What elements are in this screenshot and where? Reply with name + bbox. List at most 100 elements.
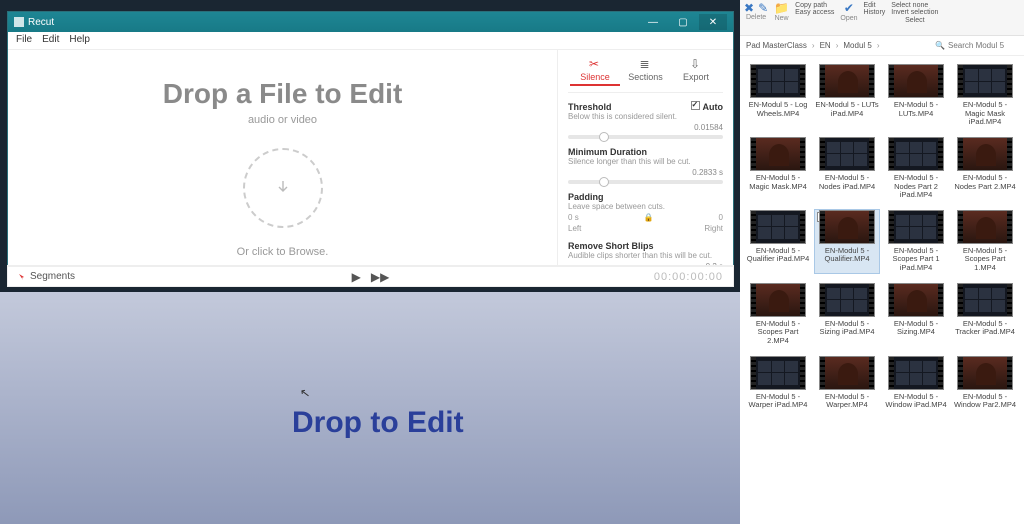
file-name: EN-Modul 5 - Tracker iPad.MP4: [953, 320, 1017, 337]
file-item[interactable]: EN-Modul 5 - LUTs.MP4: [884, 64, 948, 127]
video-thumb: [750, 64, 806, 98]
list-icon: ≣: [640, 58, 652, 70]
video-thumb: [819, 210, 875, 244]
video-thumb: [819, 356, 875, 390]
menu-file[interactable]: File: [16, 34, 32, 47]
close-button[interactable]: ✕: [699, 14, 727, 30]
drop-area[interactable]: Drop a File to Edit audio or video Or cl…: [8, 50, 557, 286]
download-arrow-icon: [273, 178, 293, 198]
search-icon: 🔍: [935, 41, 945, 50]
video-thumb: [750, 210, 806, 244]
app-icon: [14, 17, 24, 27]
explorer-ribbon: ✖ ✎ Delete 📁 New Copy path Easy access ✔…: [740, 0, 1024, 36]
file-name: EN-Modul 5 - Window iPad.MP4: [884, 393, 948, 410]
video-thumb: [957, 64, 1013, 98]
explorer-window: ✖ ✎ Delete 📁 New Copy path Easy access ✔…: [740, 0, 1024, 524]
menu-edit[interactable]: Edit: [42, 34, 59, 47]
file-item[interactable]: EN-Modul 5 - Nodes Part 2.MP4: [953, 137, 1017, 200]
tab-export[interactable]: ⇩ Export: [671, 56, 721, 86]
file-item[interactable]: EN-Modul 5 - Window Par2.MP4: [953, 356, 1017, 410]
file-name: EN-Modul 5 - Qualifier.MP4: [815, 247, 879, 264]
file-item[interactable]: EN-Modul 5 - Nodes Part 2 iPad.MP4: [884, 137, 948, 200]
file-name: EN-Modul 5 - Nodes iPad.MP4: [815, 174, 879, 191]
file-name: EN-Modul 5 - Qualifier iPad.MP4: [746, 247, 810, 264]
video-thumb: [957, 137, 1013, 171]
drop-title: Drop a File to Edit: [163, 78, 403, 110]
drop-circle[interactable]: [243, 148, 323, 228]
file-name: EN-Modul 5 - Magic Mask.MP4: [746, 174, 810, 191]
menu-help[interactable]: Help: [69, 34, 90, 47]
threshold-slider[interactable]: [568, 135, 723, 139]
app-title: Recut: [28, 17, 54, 28]
play-button[interactable]: ▶: [352, 270, 361, 284]
recut-menubar: File Edit Help: [8, 32, 733, 50]
recut-titlebar[interactable]: Recut — ▢ ✕: [8, 12, 733, 32]
video-thumb: [888, 356, 944, 390]
minimize-button[interactable]: —: [639, 14, 667, 30]
file-name: EN-Modul 5 - Magic Mask iPad.MP4: [953, 101, 1017, 127]
file-item[interactable]: EN-Modul 5 - Tracker iPad.MP4: [953, 283, 1017, 346]
new-folder-icon[interactable]: 📁: [774, 2, 789, 14]
threshold-value: 0.01584: [568, 123, 723, 132]
segments-button[interactable]: Segments: [18, 271, 75, 282]
padding-group: Padding Leave space between cuts. 0 s 🔒 …: [568, 192, 723, 233]
video-thumb: [957, 283, 1013, 317]
video-thumb: [819, 283, 875, 317]
file-name: EN-Modul 5 - Warper.MP4: [815, 393, 879, 410]
video-thumb: [819, 64, 875, 98]
minduration-desc: Silence longer than this will be cut.: [568, 157, 723, 166]
file-item[interactable]: EN-Modul 5 - Scopes Part 1 iPad.MP4: [884, 210, 948, 273]
file-item[interactable]: EN-Modul 5 - Warper iPad.MP4: [746, 356, 810, 410]
threshold-desc: Below this is considered silent.: [568, 112, 723, 121]
padding-label: Padding: [568, 192, 723, 202]
file-item[interactable]: EN-Modul 5 - Magic Mask iPad.MP4: [953, 64, 1017, 127]
file-item[interactable]: EN-Modul 5 - Warper.MP4: [815, 356, 879, 410]
file-item[interactable]: EN-Modul 5 - Qualifier.MP4: [815, 210, 879, 273]
tab-sections[interactable]: ≣ Sections: [621, 56, 671, 86]
file-item[interactable]: EN-Modul 5 - Scopes Part 2.MP4: [746, 283, 810, 346]
ffwd-button[interactable]: ▶▶: [371, 270, 389, 284]
drop-subtitle: audio or video: [248, 114, 317, 126]
search-box[interactable]: 🔍: [935, 41, 1018, 50]
minduration-slider[interactable]: [568, 180, 723, 184]
file-item[interactable]: EN-Modul 5 - Sizing iPad.MP4: [815, 283, 879, 346]
video-thumb: [819, 137, 875, 171]
padding-desc: Leave space between cuts.: [568, 202, 723, 211]
tab-silence[interactable]: ✂ Silence: [570, 56, 620, 86]
file-item[interactable]: EN-Modul 5 - Sizing.MP4: [884, 283, 948, 346]
browse-text[interactable]: Or click to Browse.: [237, 246, 329, 258]
properties-icon[interactable]: ✔: [844, 2, 854, 14]
video-thumb: [750, 283, 806, 317]
auto-checkbox[interactable]: [691, 101, 700, 110]
video-thumb: [888, 64, 944, 98]
file-item[interactable]: EN-Modul 5 - Scopes Part 1.MP4: [953, 210, 1017, 273]
video-thumb: [888, 137, 944, 171]
threshold-group: Threshold Auto Below this is considered …: [568, 101, 723, 139]
lock-icon[interactable]: 🔒: [644, 213, 654, 222]
file-item[interactable]: EN-Modul 5 - Log Wheels.MP4: [746, 64, 810, 127]
file-item[interactable]: EN-Modul 5 - Qualifier iPad.MP4: [746, 210, 810, 273]
breadcrumb[interactable]: Pad MasterClass EN Modul 5 🔍: [740, 36, 1024, 56]
video-thumb: [750, 356, 806, 390]
mouse-cursor-icon: ↖: [299, 385, 311, 400]
scissors-icon: ✂: [589, 58, 601, 70]
recut-window: Recut — ▢ ✕ File Edit Help Drop a File t…: [8, 12, 733, 286]
maximize-button[interactable]: ▢: [669, 14, 697, 30]
file-grid: EN-Modul 5 - Log Wheels.MP4EN-Modul 5 - …: [740, 56, 1024, 418]
file-item[interactable]: EN-Modul 5 - Nodes iPad.MP4: [815, 137, 879, 200]
rename-icon[interactable]: ✎: [758, 2, 768, 14]
file-item[interactable]: EN-Modul 5 - Magic Mask.MP4: [746, 137, 810, 200]
video-thumb: [957, 356, 1013, 390]
export-icon: ⇩: [690, 58, 702, 70]
file-name: EN-Modul 5 - Sizing iPad.MP4: [815, 320, 879, 337]
recut-footer: Segments ▶ ▶▶ 00:00:00:00: [8, 266, 733, 286]
file-item[interactable]: EN-Modul 5 - Window iPad.MP4: [884, 356, 948, 410]
file-name: EN-Modul 5 - Nodes Part 2 iPad.MP4: [884, 174, 948, 200]
file-name: EN-Modul 5 - Sizing.MP4: [884, 320, 948, 337]
delete-icon[interactable]: ✖: [744, 2, 754, 14]
video-thumb: [888, 210, 944, 244]
timecode: 00:00:00:00: [654, 271, 723, 283]
search-input[interactable]: [948, 41, 1018, 50]
file-item[interactable]: EN-Modul 5 - LUTs iPad.MP4: [815, 64, 879, 127]
threshold-label: Threshold: [568, 102, 612, 112]
